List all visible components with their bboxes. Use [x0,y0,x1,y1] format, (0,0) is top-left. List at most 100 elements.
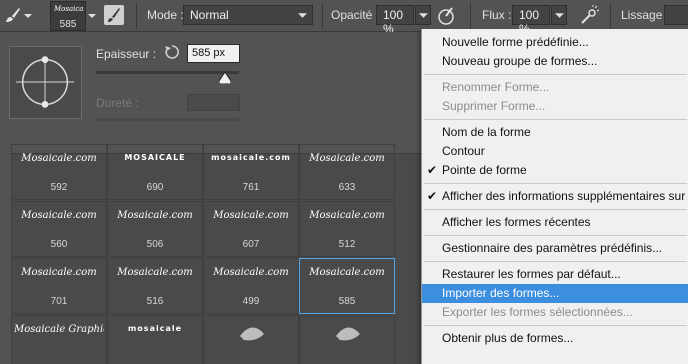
menu-item[interactable]: Gestionnaire des paramètres prédéfinis..… [422,239,688,258]
menu-separator [424,183,687,184]
opacity-input[interactable]: 100 % [376,5,414,36]
brush-preset-cell[interactable]: MOSAICALE 690 [107,144,203,200]
chevron-down-icon[interactable] [24,12,32,20]
menu-separator [424,119,687,120]
brush-preset-cell[interactable]: mosaicale [107,315,203,364]
brush-signature: Mosaicale.com [117,267,193,278]
brush-preset-cell[interactable]: Mosaicale.com 512 [299,201,395,257]
menu-item: Supprimer Forme... [422,97,688,116]
size-label: Epaisseur : [96,47,157,61]
brush-preset-cell[interactable]: Mosaicale.com 506 [107,201,203,257]
menu-item-label: Gestionnaire des paramètres prédéfinis..… [442,241,663,255]
menu-separator [424,325,687,326]
menu-item[interactable]: Afficher les formes récentes [422,213,688,232]
brush-tool-icon[interactable] [4,6,22,24]
menu-separator [424,209,687,210]
chevron-down-icon[interactable] [88,12,96,20]
flux-input[interactable]: 100 % [512,5,550,36]
pressure-opacity-icon[interactable] [436,5,458,27]
menu-item[interactable]: Importer des formes... [422,284,688,303]
hardness-label: Dureté : [96,96,139,110]
menu-item-label: Nouvelle forme prédéfinie... [442,35,589,49]
brush-signature: Mosaicale.com [213,267,289,278]
brush-signature: Mosaicale.com [309,210,385,221]
brush-size-number: 690 [146,182,164,193]
menu-item[interactable]: Restaurer les formes par défaut... [422,265,688,284]
brush-preset-cell[interactable]: Mosaicale.com 633 [299,144,395,200]
brush-size-number: 499 [242,296,260,307]
brush-preset-cell[interactable]: Mosaicale.com 516 [107,258,203,314]
smoothing-input[interactable] [664,5,688,25]
brush-signature: MOSAICALE [124,153,186,162]
checkmark-icon: ✔ [427,189,438,203]
brush-preset-cell[interactable]: Mosaicale.com 701 [11,258,107,314]
brush-size-number: 633 [338,182,356,193]
airbrush-icon[interactable] [578,5,600,27]
brush-size-number: 701 [50,296,68,307]
divider [136,3,137,29]
menu-item-label: Restaurer les formes par défaut... [442,267,621,281]
brush-panel-context-menu: Nouvelle forme prédéfinie... Nouveau grou… [421,29,688,364]
chevron-down-icon [555,13,564,18]
brush-size-number: 761 [242,182,260,193]
brush-signature: mosaicale.com [211,153,291,162]
brush-preset-cell[interactable]: Mosaicale.com 560 [11,201,107,257]
brush-preset-cell[interactable]: Mosaicale Graphic [11,315,107,364]
brush-tip-angle-preview[interactable] [9,46,82,119]
reset-size-icon[interactable] [164,44,180,60]
brush-size-number: 506 [146,239,164,250]
brush-signature: Mosaicale.com [213,210,289,221]
menu-item: Exporter les formes sélectionnées... [422,303,688,322]
brush-signature: Mosaicale.com [21,267,97,278]
menu-item: Renommer Forme... [422,78,688,97]
checkmark-icon: ✔ [427,163,438,177]
brush-signature: Mosaicale.com [309,153,385,164]
brush-preset-cell[interactable]: mosaicale.com 761 [203,144,299,200]
opacity-dropdown-button[interactable] [415,5,431,25]
menu-item[interactable]: ✔ Pointe de forme [422,161,688,180]
size-slider-thumb[interactable] [219,72,231,84]
brush-preset-cell[interactable]: Mosaicale.com 607 [203,201,299,257]
brush-size-number: 607 [242,239,260,250]
brush-signature: Mosaicale Graphic [14,324,104,335]
menu-separator [424,261,687,262]
menu-item[interactable]: Nouvelle forme prédéfinie... [422,33,688,52]
brush-signature: Mosaicale.com [21,153,97,164]
smoothing-label: Lissage : [621,8,670,22]
menu-item-label: Nouveau groupe de formes... [442,54,598,68]
menu-item-label: Afficher les formes récentes [442,215,591,229]
menu-item-label: Obtenir plus de formes... [442,331,574,345]
brush-settings-panel-icon[interactable] [104,5,124,25]
brush-signature: Mosaicale.com [309,267,385,278]
hardness-slider-track [96,118,239,121]
brush-size-number: 512 [338,239,356,250]
menu-separator [424,235,687,236]
divider [322,3,323,29]
menu-item[interactable]: Obtenir plus de formes... [422,329,688,348]
brush-preset-signature: Mosaicale.com [54,5,84,13]
flux-dropdown-button[interactable] [551,5,567,25]
mode-select[interactable]: Normal [183,5,313,25]
brush-preset-cell[interactable] [299,315,395,364]
brush-signature: mosaicale [127,324,183,333]
flux-label: Flux : [482,8,512,22]
menu-item-label: Afficher des informations supplémentaire… [442,189,686,203]
menu-item[interactable]: Nom de la forme [422,123,688,142]
menu-item[interactable]: Nouveau groupe de formes... [422,52,688,71]
options-bar: Mosaicale.com 585 Mode : Normal Opacité … [0,0,688,36]
brush-signature: Mosaicale.com [117,210,193,221]
size-input[interactable]: 585 px [187,44,240,63]
menu-item-label: Renommer Forme... [442,80,550,94]
brush-size-number: 516 [146,296,164,307]
brush-preset-number: 585 [59,19,77,30]
brush-preset-picker[interactable]: Mosaicale.com 585 [50,1,86,31]
brush-preset-cell[interactable]: Mosaicale.com 499 [203,258,299,314]
brush-preset-cell[interactable] [203,315,299,364]
menu-item[interactable]: ✔ Afficher des informations supplémentair… [422,187,688,206]
menu-separator [424,74,687,75]
menu-item[interactable]: Contour [422,142,688,161]
size-slider-track[interactable] [96,71,239,74]
brush-preset-cell[interactable]: Mosaicale.com 585 [299,258,395,314]
brush-preset-grid: Mosaicale.com 592 MOSAICALE 690 mosaicale.co… [11,144,430,364]
brush-preset-cell[interactable]: Mosaicale.com 592 [11,144,107,200]
